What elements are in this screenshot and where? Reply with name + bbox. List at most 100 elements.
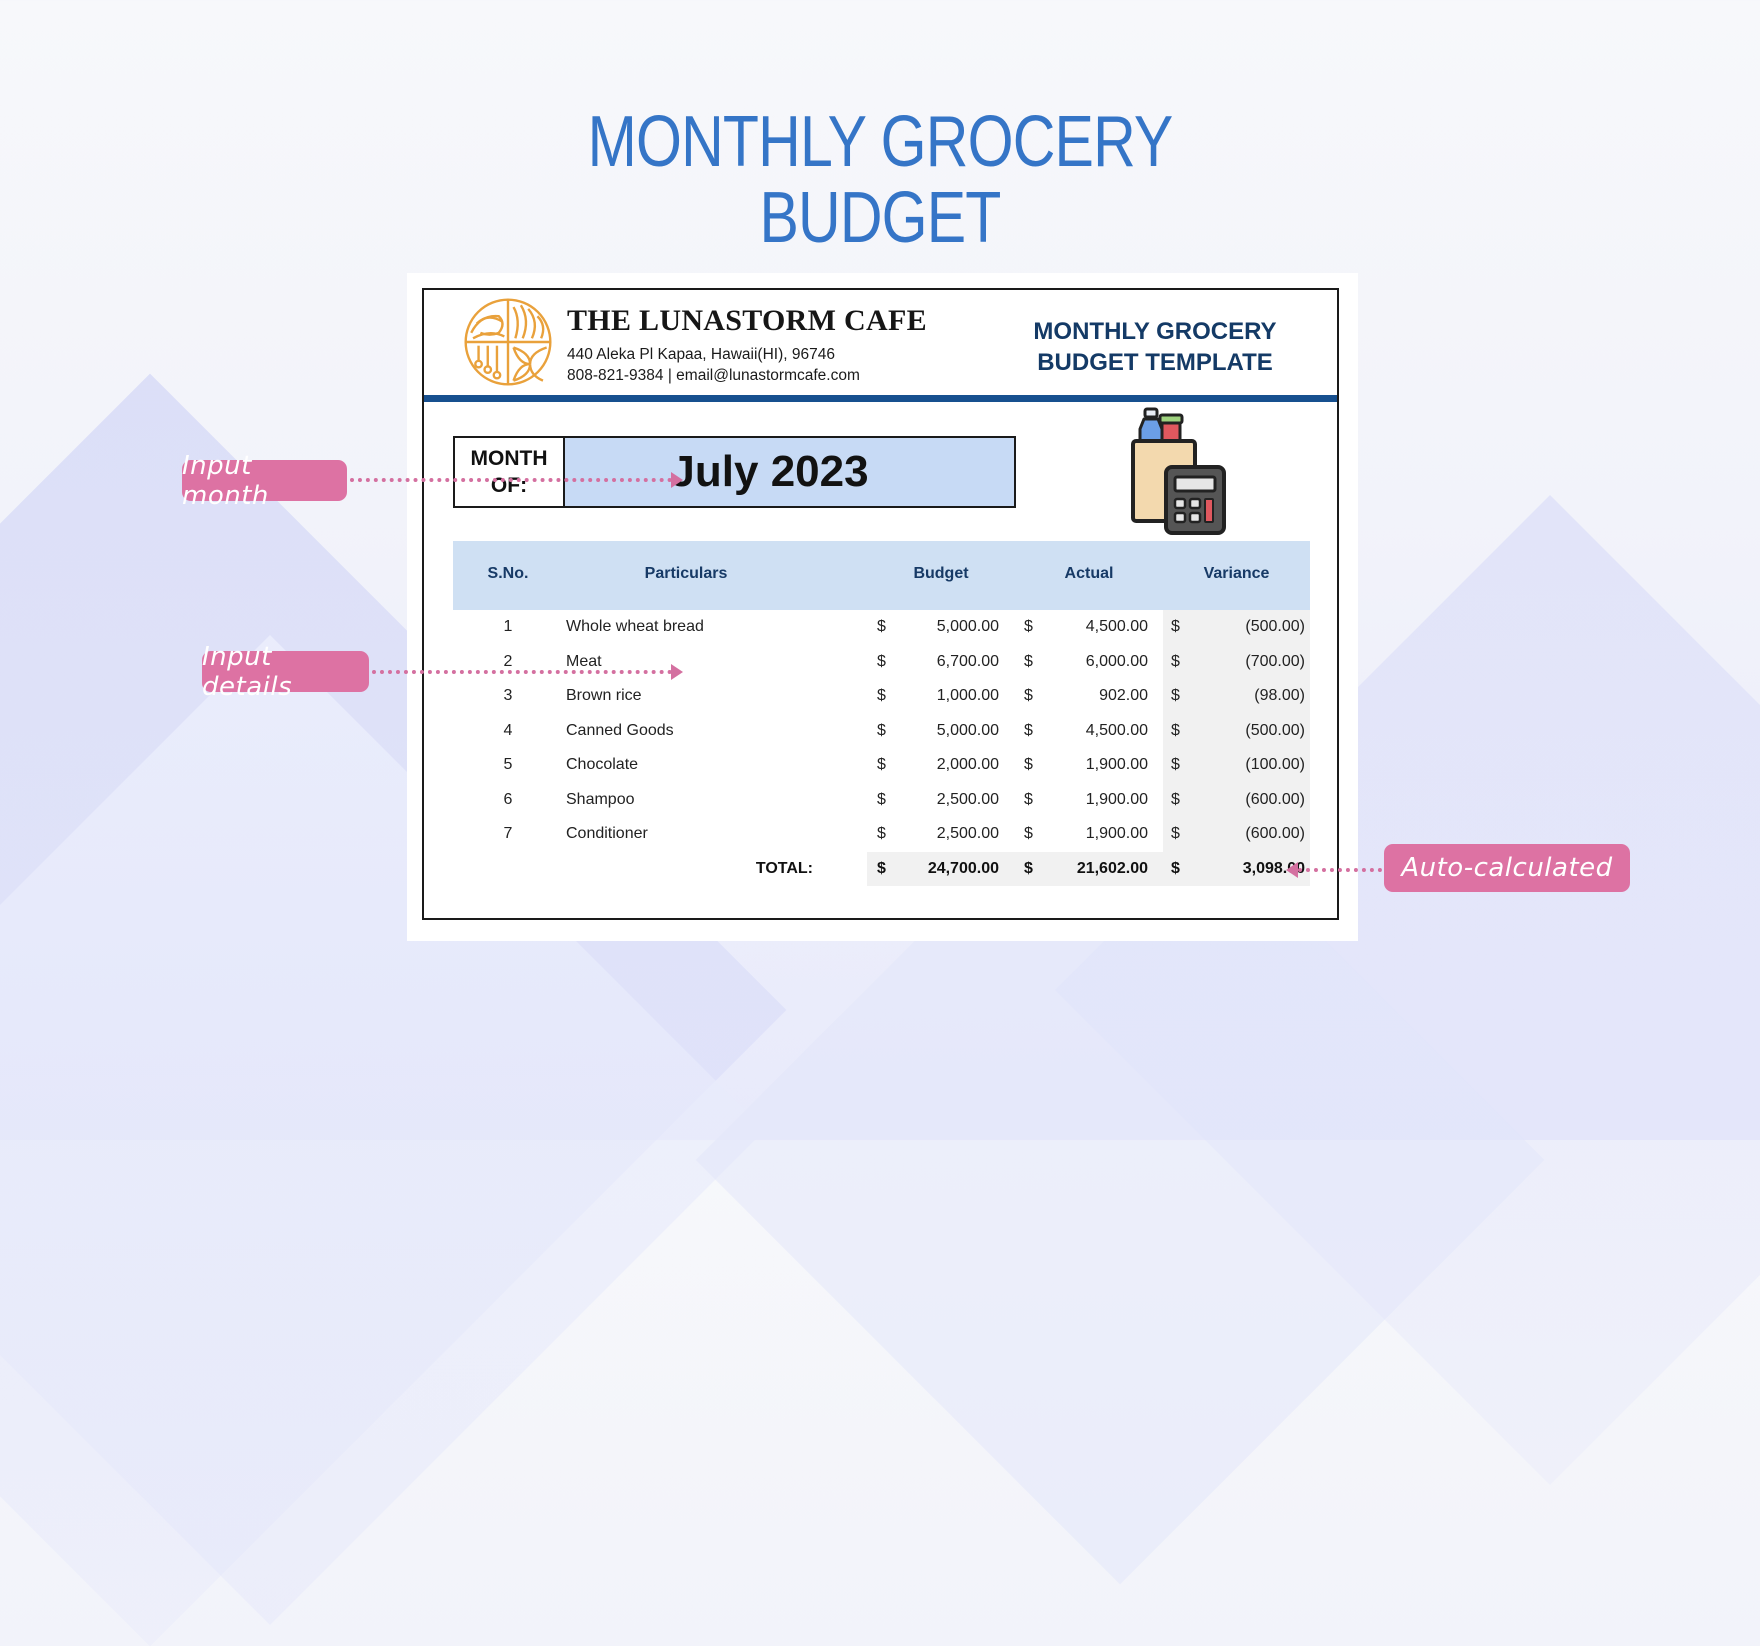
currency-symbol: $ <box>1024 790 1033 808</box>
annotation-connector <box>350 478 672 482</box>
currency-symbol: $ <box>1024 721 1033 739</box>
total-label: TOTAL: <box>755 859 813 877</box>
annotation-auto-calculated: Auto-calculated <box>1384 844 1630 892</box>
table-row: 5 Chocolate $2,000.00 $1,900.00 $ (100.00) <box>453 748 1310 783</box>
row-number: 6 <box>503 790 513 808</box>
annotation-input-details: Input details <box>202 642 369 702</box>
table-body: 1 Whole wheat bread $5,000.00 $4,500.00 $ (50… <box>453 610 1310 852</box>
actual-cell[interactable]: 1,900.00 <box>1048 825 1148 843</box>
row-number: 2 <box>503 652 513 670</box>
budget-cell[interactable]: 2,500.00 <box>903 791 999 809</box>
variance-cell: (700.00) <box>1245 652 1305 670</box>
header-divider <box>424 395 1337 402</box>
actual-cell[interactable]: 1,900.00 <box>1048 756 1148 774</box>
currency-symbol: $ <box>877 687 886 704</box>
actual-cell[interactable]: 4,500.00 <box>1048 722 1148 740</box>
currency-symbol: $ <box>1171 721 1180 739</box>
document-frame: THE LUNASTORM CAFE 440 Aleka Pl Kapaa, H… <box>422 288 1339 920</box>
company-contact: 808-821-9384 | email@lunastormcafe.com <box>567 367 860 384</box>
company-address: 440 Aleka Pl Kapaa, Hawaii(HI), 96746 <box>567 346 835 363</box>
document-title-line2: BUDGET TEMPLATE <box>1037 349 1273 376</box>
column-header-budget: Budget <box>913 565 969 582</box>
variance-cell: (500.00) <box>1245 721 1305 739</box>
particular-cell[interactable]: Canned Goods <box>566 722 674 740</box>
month-label-line1: MONTH <box>470 447 548 470</box>
actual-cell[interactable]: 4,500.00 <box>1048 618 1148 636</box>
currency-symbol: $ <box>1024 618 1033 635</box>
row-number: 7 <box>503 825 513 842</box>
grocery-calculator-icon <box>1131 407 1226 535</box>
currency-symbol: $ <box>1171 859 1180 877</box>
budget-cell[interactable]: 2,500.00 <box>903 825 999 843</box>
particular-cell[interactable]: Chocolate <box>566 756 638 774</box>
currency-symbol: $ <box>1024 825 1033 842</box>
table-row: 1 Whole wheat bread $5,000.00 $4,500.00 $ (50… <box>453 610 1310 645</box>
particular-cell[interactable]: Conditioner <box>566 825 648 843</box>
actual-cell[interactable]: 6,000.00 <box>1048 653 1148 671</box>
particular-cell[interactable]: Whole wheat bread <box>566 618 704 636</box>
variance-cell: (98.00) <box>1254 687 1305 704</box>
month-input[interactable]: July 2023 <box>565 438 1014 506</box>
currency-symbol: $ <box>877 859 886 877</box>
template-preview-card: THE LUNASTORM CAFE 440 Aleka Pl Kapaa, H… <box>407 273 1358 941</box>
table-row: 4 Canned Goods $5,000.00 $4,500.00 $ (500.00) <box>453 713 1310 748</box>
month-field: MONTH OF: July 2023 <box>453 436 1016 508</box>
total-budget: 24,700.00 <box>927 859 999 877</box>
particular-cell[interactable]: Shampoo <box>566 791 635 809</box>
table-total-row: TOTAL: $ 24,700.00 $ 21,602.00 $ 3,098.0… <box>453 851 1310 886</box>
arrow-right-icon <box>671 472 683 488</box>
variance-cell: (100.00) <box>1245 756 1305 773</box>
page-title-line2: BUDGET <box>759 178 1001 258</box>
row-number: 3 <box>503 687 513 704</box>
currency-symbol: $ <box>877 721 886 739</box>
particular-cell[interactable]: Meat <box>566 653 602 671</box>
company-name: THE LUNASTORM CAFE <box>567 304 927 337</box>
particular-cell[interactable]: Brown rice <box>566 687 642 705</box>
actual-cell[interactable]: 902.00 <box>1048 687 1148 705</box>
total-actual: 21,602.00 <box>1076 859 1148 877</box>
currency-symbol: $ <box>1024 687 1033 704</box>
actual-cell[interactable]: 1,900.00 <box>1048 791 1148 809</box>
currency-symbol: $ <box>1171 618 1180 635</box>
table-row: 3 Brown rice $1,000.00 $902.00 $ (98.00) <box>453 679 1310 714</box>
page-title: MONTHLY GROCERY BUDGET <box>158 104 1601 256</box>
page-title-line1: MONTHLY GROCERY <box>587 102 1174 182</box>
column-header-particulars: Particulars <box>644 565 728 582</box>
arrow-left-icon <box>1286 862 1298 878</box>
currency-symbol: $ <box>1171 825 1180 842</box>
column-header-variance: Variance <box>1203 565 1270 582</box>
annotation-connector <box>1298 868 1382 872</box>
budget-cell[interactable]: 5,000.00 <box>903 618 999 636</box>
currency-symbol: $ <box>1171 790 1180 808</box>
row-number: 1 <box>503 618 513 635</box>
document-title-line1: MONTHLY GROCERY <box>1033 318 1277 345</box>
variance-cell: (600.00) <box>1245 790 1305 808</box>
currency-symbol: $ <box>1171 652 1180 670</box>
table-header: S.No. Particulars Budget Actual Variance <box>453 541 1310 610</box>
currency-symbol: $ <box>877 825 886 842</box>
row-number: 4 <box>503 721 513 739</box>
column-header-actual: Actual <box>1064 565 1114 582</box>
budget-cell[interactable]: 2,000.00 <box>903 756 999 774</box>
variance-cell: (600.00) <box>1245 825 1305 842</box>
variance-cell: (500.00) <box>1245 618 1305 635</box>
budget-cell[interactable]: 6,700.00 <box>903 653 999 671</box>
currency-symbol: $ <box>877 756 886 773</box>
annotation-input-month: Input month <box>182 451 347 511</box>
currency-symbol: $ <box>1024 859 1033 877</box>
budget-cell[interactable]: 5,000.00 <box>903 722 999 740</box>
currency-symbol: $ <box>1024 652 1033 670</box>
annotation-connector <box>372 670 672 674</box>
document-title: MONTHLY GROCERY BUDGET TEMPLATE <box>1010 316 1300 378</box>
month-label: MONTH OF: <box>455 438 565 506</box>
row-number: 5 <box>503 756 513 773</box>
budget-cell[interactable]: 1,000.00 <box>903 687 999 705</box>
budget-table: S.No. Particulars Budget Actual Variance… <box>453 541 1310 886</box>
currency-symbol: $ <box>1171 756 1180 773</box>
table-row: 6 Shampoo $2,500.00 $1,900.00 $ (600.00) <box>453 782 1310 817</box>
currency-symbol: $ <box>1171 687 1180 704</box>
column-header-sno: S.No. <box>487 565 529 582</box>
cafe-logo-icon <box>464 298 552 386</box>
arrow-right-icon <box>671 664 683 680</box>
table-row: 7 Conditioner $2,500.00 $1,900.00 $ (600.00) <box>453 817 1310 852</box>
